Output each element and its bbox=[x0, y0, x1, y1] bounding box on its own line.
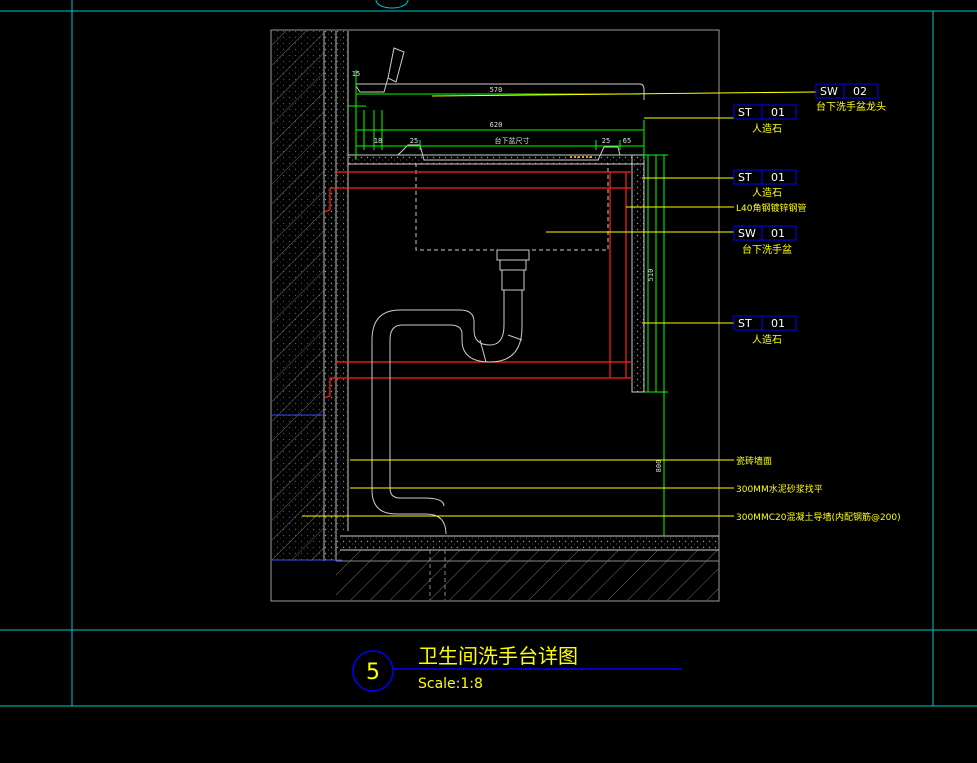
dim-15: 15 bbox=[352, 70, 360, 78]
tag-desc: 人造石 bbox=[752, 333, 782, 346]
dim-620: 620 bbox=[490, 121, 503, 129]
dim-25a: 25 bbox=[410, 137, 418, 145]
note-steel: L40角钢镀锌钢管 bbox=[736, 202, 806, 214]
tag-st01-a: ST 01 人造石 bbox=[733, 104, 797, 135]
tag-desc: 台下洗手盆龙头 bbox=[816, 100, 886, 113]
tag-code: SW bbox=[820, 85, 838, 98]
dim-18: 18 bbox=[374, 137, 382, 145]
steel-frame bbox=[323, 171, 632, 399]
tag-st01-b: ST 01 人造石 bbox=[733, 169, 797, 199]
tag-num: 01 bbox=[771, 317, 785, 330]
tag-code: ST bbox=[738, 317, 752, 330]
tag-num: 01 bbox=[771, 106, 785, 119]
note-mortar: 300MM水泥砂浆找平 bbox=[736, 483, 823, 495]
dim-right-height: 510 bbox=[647, 269, 655, 282]
dim-total-height: 800 bbox=[655, 460, 663, 473]
tag-desc: 人造石 bbox=[752, 122, 782, 135]
tag-desc: 人造石 bbox=[752, 186, 782, 199]
dim-basin: 台下盆尺寸 bbox=[495, 136, 530, 145]
drain-pipe bbox=[371, 290, 523, 535]
note-wall-tile: 瓷砖墙面 bbox=[736, 455, 772, 467]
floor-section bbox=[336, 535, 719, 600]
detail-title: 卫生间洗手台详图 bbox=[418, 644, 578, 668]
dim-570: 570 bbox=[490, 86, 503, 94]
tag-sw01: SW 01 台下洗手盆 bbox=[733, 225, 797, 256]
title-block: 5 卫生间洗手台详图 Scale:1:8 bbox=[352, 644, 682, 692]
countertop bbox=[347, 144, 645, 393]
tag-sw02: SW 02 台下洗手盆龙头 bbox=[815, 83, 886, 113]
tag-code: ST bbox=[738, 171, 752, 184]
note-concrete: 300MMC20混凝土导墙(内配钢筋@200) bbox=[736, 511, 901, 523]
dim-25b: 25 bbox=[602, 137, 610, 145]
wall-section bbox=[272, 31, 349, 561]
tag-st01-c: ST 01 人造石 bbox=[733, 315, 797, 346]
tag-num: 01 bbox=[771, 227, 785, 240]
dim-65: 65 bbox=[623, 137, 631, 145]
tag-code: ST bbox=[738, 106, 752, 119]
tag-num: 01 bbox=[771, 171, 785, 184]
tag-code: SW bbox=[738, 227, 756, 240]
detail-scale: Scale:1:8 bbox=[418, 676, 483, 692]
cad-drawing: 570 620 25 25 65 15 18 台下盆尺寸 510 800 SW … bbox=[0, 0, 977, 707]
tag-desc: 台下洗手盆 bbox=[742, 243, 792, 256]
detail-number: 5 bbox=[366, 660, 380, 685]
undermount-basin bbox=[415, 163, 609, 291]
tag-num: 02 bbox=[853, 85, 867, 98]
